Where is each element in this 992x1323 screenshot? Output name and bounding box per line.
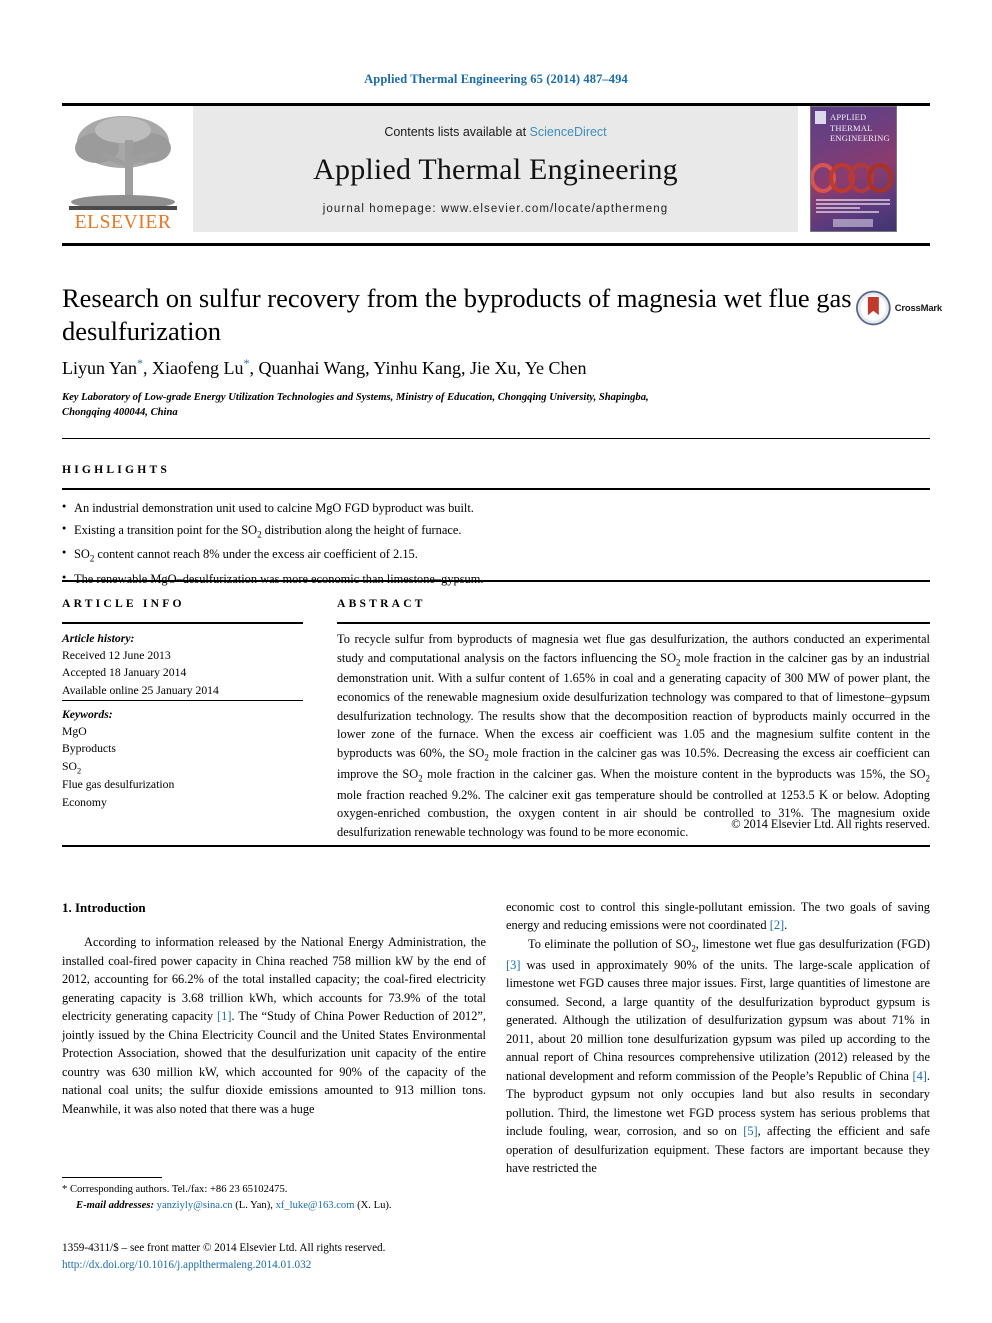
section-heading-introduction: 1. Introduction [62, 900, 146, 915]
journal-title: Applied Thermal Engineering [313, 153, 678, 186]
keyword-item: SO2 [62, 759, 82, 775]
cover-title-line1: APPLIED [830, 112, 867, 122]
contents-prefix: Contents lists available at [384, 125, 530, 139]
body-column-right: economic cost to control this single-pol… [506, 898, 930, 1178]
journal-header: ELSEVIER Contents lists available at Sci… [62, 104, 930, 232]
list-item: An industrial demonstration unit used to… [62, 496, 930, 519]
divider-after-affiliation [62, 438, 930, 439]
paragraph: To eliminate the pollution of SO2, limes… [506, 936, 930, 1176]
keywords-block: Keywords: MgO Byproducts SO2 Flue gas de… [62, 706, 307, 811]
elsevier-tree-icon [69, 115, 177, 210]
highlights-heading: HIGHLIGHTS [62, 463, 171, 476]
article-history: Article history: Received 12 June 2013 A… [62, 630, 307, 699]
cover-title-line2: THERMAL [830, 122, 873, 133]
footnote-rule [62, 1177, 162, 1178]
paragraph: According to information released by the… [62, 935, 487, 1116]
list-item: Existing a transition point for the SO2 … [62, 518, 930, 543]
footnotes: * Corresponding authors. Tel./fax: +86 2… [62, 1182, 486, 1214]
header-rule-bottom [62, 243, 930, 246]
abstract-rule-bottom [62, 845, 930, 848]
keywords-title: Keywords: [62, 708, 113, 721]
keyword-item: Economy [62, 795, 107, 809]
keywords-rule [62, 700, 303, 702]
cover-elsevier-mark-icon [815, 111, 826, 124]
issn-block: 1359-4311/$ – see front matter © 2014 El… [62, 1240, 522, 1274]
issn-line: 1359-4311/$ – see front matter © 2014 El… [62, 1242, 386, 1254]
sciencedirect-link[interactable]: ScienceDirect [530, 125, 607, 139]
crossmark-label: CrossMark [894, 302, 943, 314]
copyright-line: © 2014 Elsevier Ltd. All rights reserved… [731, 817, 930, 831]
keyword-item: Byproducts [62, 742, 116, 756]
list-item: SO2 content cannot reach 8% under the ex… [62, 542, 930, 567]
corresponding-author-note: * Corresponding authors. Tel./fax: +86 2… [62, 1184, 288, 1195]
paper-page: Applied Thermal Engineering 65 (2014) 48… [0, 0, 992, 1323]
elsevier-wordmark: ELSEVIER [74, 211, 172, 233]
journal-homepage-link[interactable]: journal homepage: www.elsevier.com/locat… [323, 203, 669, 215]
paragraph: economic cost to control this single-pol… [506, 900, 930, 933]
journal-banner: Contents lists available at ScienceDirec… [193, 106, 798, 232]
crossmark-icon [856, 290, 891, 326]
cover-title-line3: ENGINEERING [830, 133, 890, 144]
elsevier-logo: ELSEVIER [62, 106, 184, 232]
cover-footer-block [833, 219, 873, 227]
article-history-online: Available online 25 January 2014 [62, 683, 219, 697]
article-history-accepted: Accepted 18 January 2014 [62, 666, 187, 680]
crossmark-badge[interactable]: CrossMark [856, 286, 942, 330]
journal-cover-thumbnail: APPLIED THERMAL ENGINEERING [810, 106, 897, 232]
article-history-title: Article history: [62, 632, 135, 645]
abstract-text: To recycle sulfur from byproducts of mag… [337, 632, 931, 839]
highlights-rule-bottom [62, 580, 930, 583]
contents-available-line: Contents lists available at ScienceDirec… [384, 125, 606, 139]
article-info-heading: ARTICLE INFO [62, 597, 185, 610]
list-item: The renewable MgO–desulfurization was mo… [62, 567, 930, 590]
page-title: Research on sulfur recovery from the byp… [62, 283, 852, 347]
cover-text-lines [816, 199, 890, 215]
article-history-received: Received 12 June 2013 [62, 649, 171, 663]
running-head: Applied Thermal Engineering 65 (2014) 48… [364, 72, 628, 86]
article-info-rule [62, 622, 303, 624]
author-list: Liyun Yan*, Xiaofeng Lu*, Quanhai Wang, … [62, 356, 587, 378]
highlights-rule-top [62, 488, 930, 490]
email-addresses-note: E-mail addresses: yanziyly@sina.cn (L. Y… [76, 1200, 392, 1212]
highlights-list: An industrial demonstration unit used to… [62, 496, 930, 590]
keyword-item: MgO [62, 725, 87, 739]
cover-rings-graphic [811, 163, 893, 193]
keyword-item: Flue gas desulfurization [62, 778, 175, 792]
abstract-rule [337, 622, 930, 624]
cover-title-text: APPLIED THERMAL ENGINEERING [830, 112, 890, 144]
doi-link[interactable]: http://dx.doi.org/10.1016/j.applthermale… [62, 1257, 522, 1274]
title-block: Research on sulfur recovery from the byp… [62, 282, 852, 349]
body-column-left: 1. Introduction According to information… [62, 898, 486, 1118]
abstract-heading: ABSTRACT [337, 597, 426, 610]
affiliation: Key Laboratory of Low-grade Energy Utili… [62, 392, 649, 419]
